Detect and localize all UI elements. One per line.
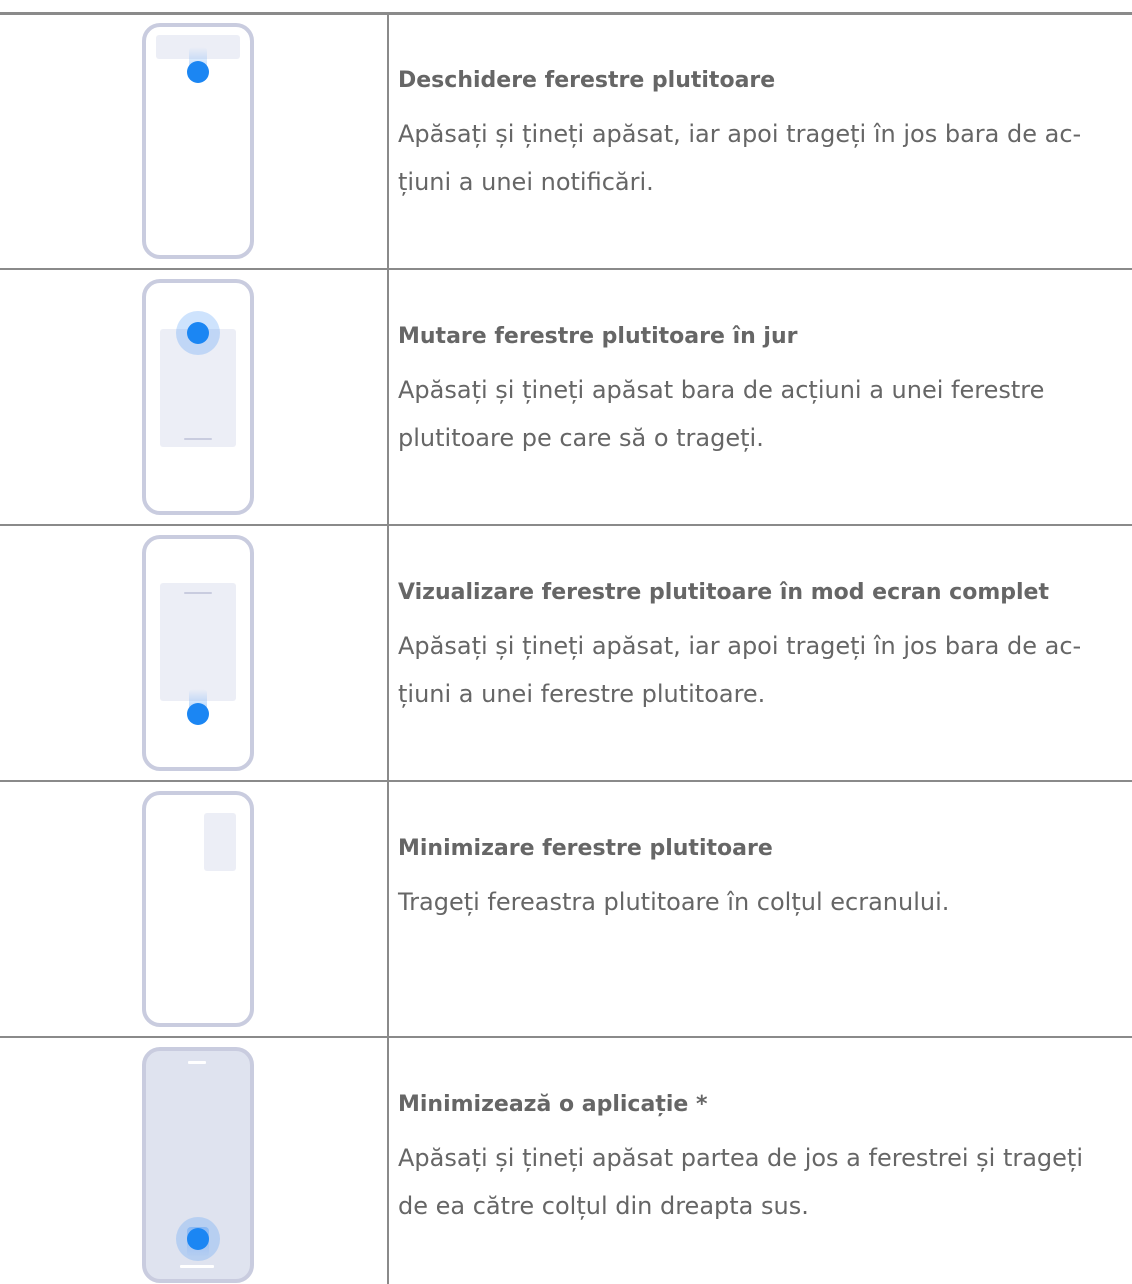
phone-fullscreen-window-icon [142, 535, 254, 771]
phone-outline [142, 279, 254, 515]
touch-point-icon [187, 61, 209, 83]
phone-minimize-window-icon [142, 791, 254, 1027]
row-title: Deschidere ferestre plutitoare [398, 68, 776, 93]
table-row: Minimizare ferestre plutitoare Trageți f… [0, 782, 1132, 1036]
row-description: Apăsați și țineți apăsat bara de acțiuni… [398, 376, 1045, 452]
row-title: Vizualizare ferestre plutitoare în mod e… [398, 580, 1049, 605]
gesture-table: Deschidere ferestre plutitoare Apăsați ș… [0, 0, 1132, 1284]
row-description: Apăsați și țineți apăsat partea de jos a… [398, 1144, 1084, 1220]
row-text: Mutare ferestre plutitoare în jur Apăsaț… [398, 322, 1128, 462]
phone-outline [142, 535, 254, 771]
touch-point-icon [187, 322, 209, 344]
touch-point-icon [187, 703, 209, 725]
row-description: Trageți fereastra plutitoare în colțul e… [398, 888, 950, 916]
table-row: Minimizează o aplicație * Apăsați și țin… [0, 1038, 1132, 1284]
phone-outline [142, 1047, 254, 1283]
phone-move-window-icon [142, 279, 254, 515]
table-row: Vizualizare ferestre plutitoare în mod e… [0, 526, 1132, 780]
minimized-window-card [204, 813, 236, 871]
row-title: Minimizează o aplicație * [398, 1092, 708, 1117]
window-handle [184, 592, 212, 594]
row-text: Deschidere ferestre plutitoare Apăsați ș… [398, 66, 1128, 206]
row-title: Mutare ferestre plutitoare în jur [398, 324, 798, 349]
row-text: Minimizează o aplicație * Apăsați și țin… [398, 1090, 1128, 1230]
row-title: Minimizare ferestre plutitoare [398, 836, 773, 861]
table-row: Deschidere ferestre plutitoare Apăsați ș… [0, 14, 1132, 268]
gesture-bar [180, 1265, 214, 1268]
touch-point-icon [187, 1228, 209, 1250]
phone-minimize-app-icon [142, 1047, 254, 1283]
phone-outline [142, 791, 254, 1027]
row-description: Apăsați și țineți apăsat, iar apoi trage… [398, 632, 1082, 708]
phone-notification-drag-icon [142, 23, 254, 259]
row-text: Minimizare ferestre plutitoare Trageți f… [398, 834, 1128, 926]
window-handle [184, 438, 212, 440]
status-bar-handle [188, 1061, 206, 1064]
row-text: Vizualizare ferestre plutitoare în mod e… [398, 578, 1128, 718]
phone-outline [142, 23, 254, 259]
floating-window-card [160, 583, 236, 701]
row-description: Apăsați și țineți apăsat, iar apoi trage… [398, 120, 1082, 196]
table-row: Mutare ferestre plutitoare în jur Apăsaț… [0, 270, 1132, 524]
